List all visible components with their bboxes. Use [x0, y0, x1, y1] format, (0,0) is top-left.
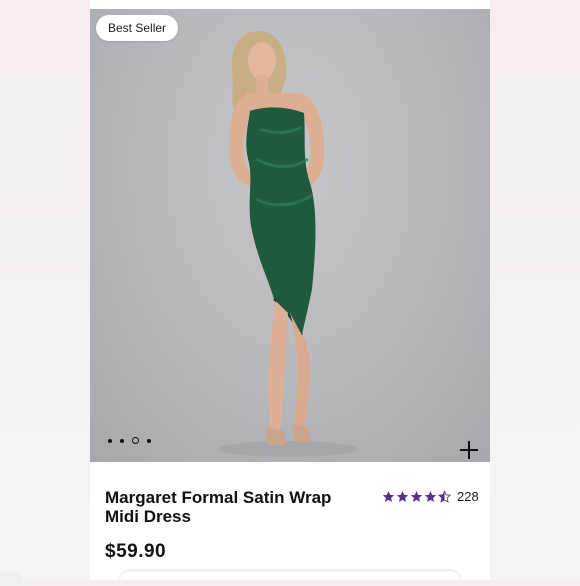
star-half-icon	[438, 490, 451, 503]
pagination-dot[interactable]	[108, 438, 112, 443]
pagination-dot-active[interactable]	[132, 437, 139, 444]
product-rating[interactable]: 228	[382, 489, 479, 504]
star-rating	[382, 490, 451, 503]
best-seller-badge: Best Seller	[96, 15, 179, 41]
pagination-dot[interactable]	[120, 438, 124, 443]
star-icon	[410, 491, 423, 502]
image-pagination-dots[interactable]	[108, 437, 151, 444]
dress-photo	[218, 31, 358, 457]
product-title[interactable]: Margaret Formal Satin Wrap Midi Dress	[105, 488, 365, 526]
star-icon	[382, 491, 395, 502]
badge-label: Best Seller	[108, 21, 167, 35]
star-icon	[396, 491, 409, 502]
pagination-dot[interactable]	[147, 438, 151, 443]
product-card[interactable]: Best Seller Margaret Formal Satin Wrap M…	[90, 0, 490, 580]
plus-icon[interactable]	[460, 441, 478, 459]
product-price: $59.90	[105, 541, 167, 562]
star-icon	[424, 491, 437, 502]
adjacent-card-edge	[0, 572, 22, 586]
next-card-edge	[120, 571, 460, 580]
product-image[interactable]: Best Seller	[90, 9, 490, 462]
review-count[interactable]: 228	[457, 489, 479, 504]
